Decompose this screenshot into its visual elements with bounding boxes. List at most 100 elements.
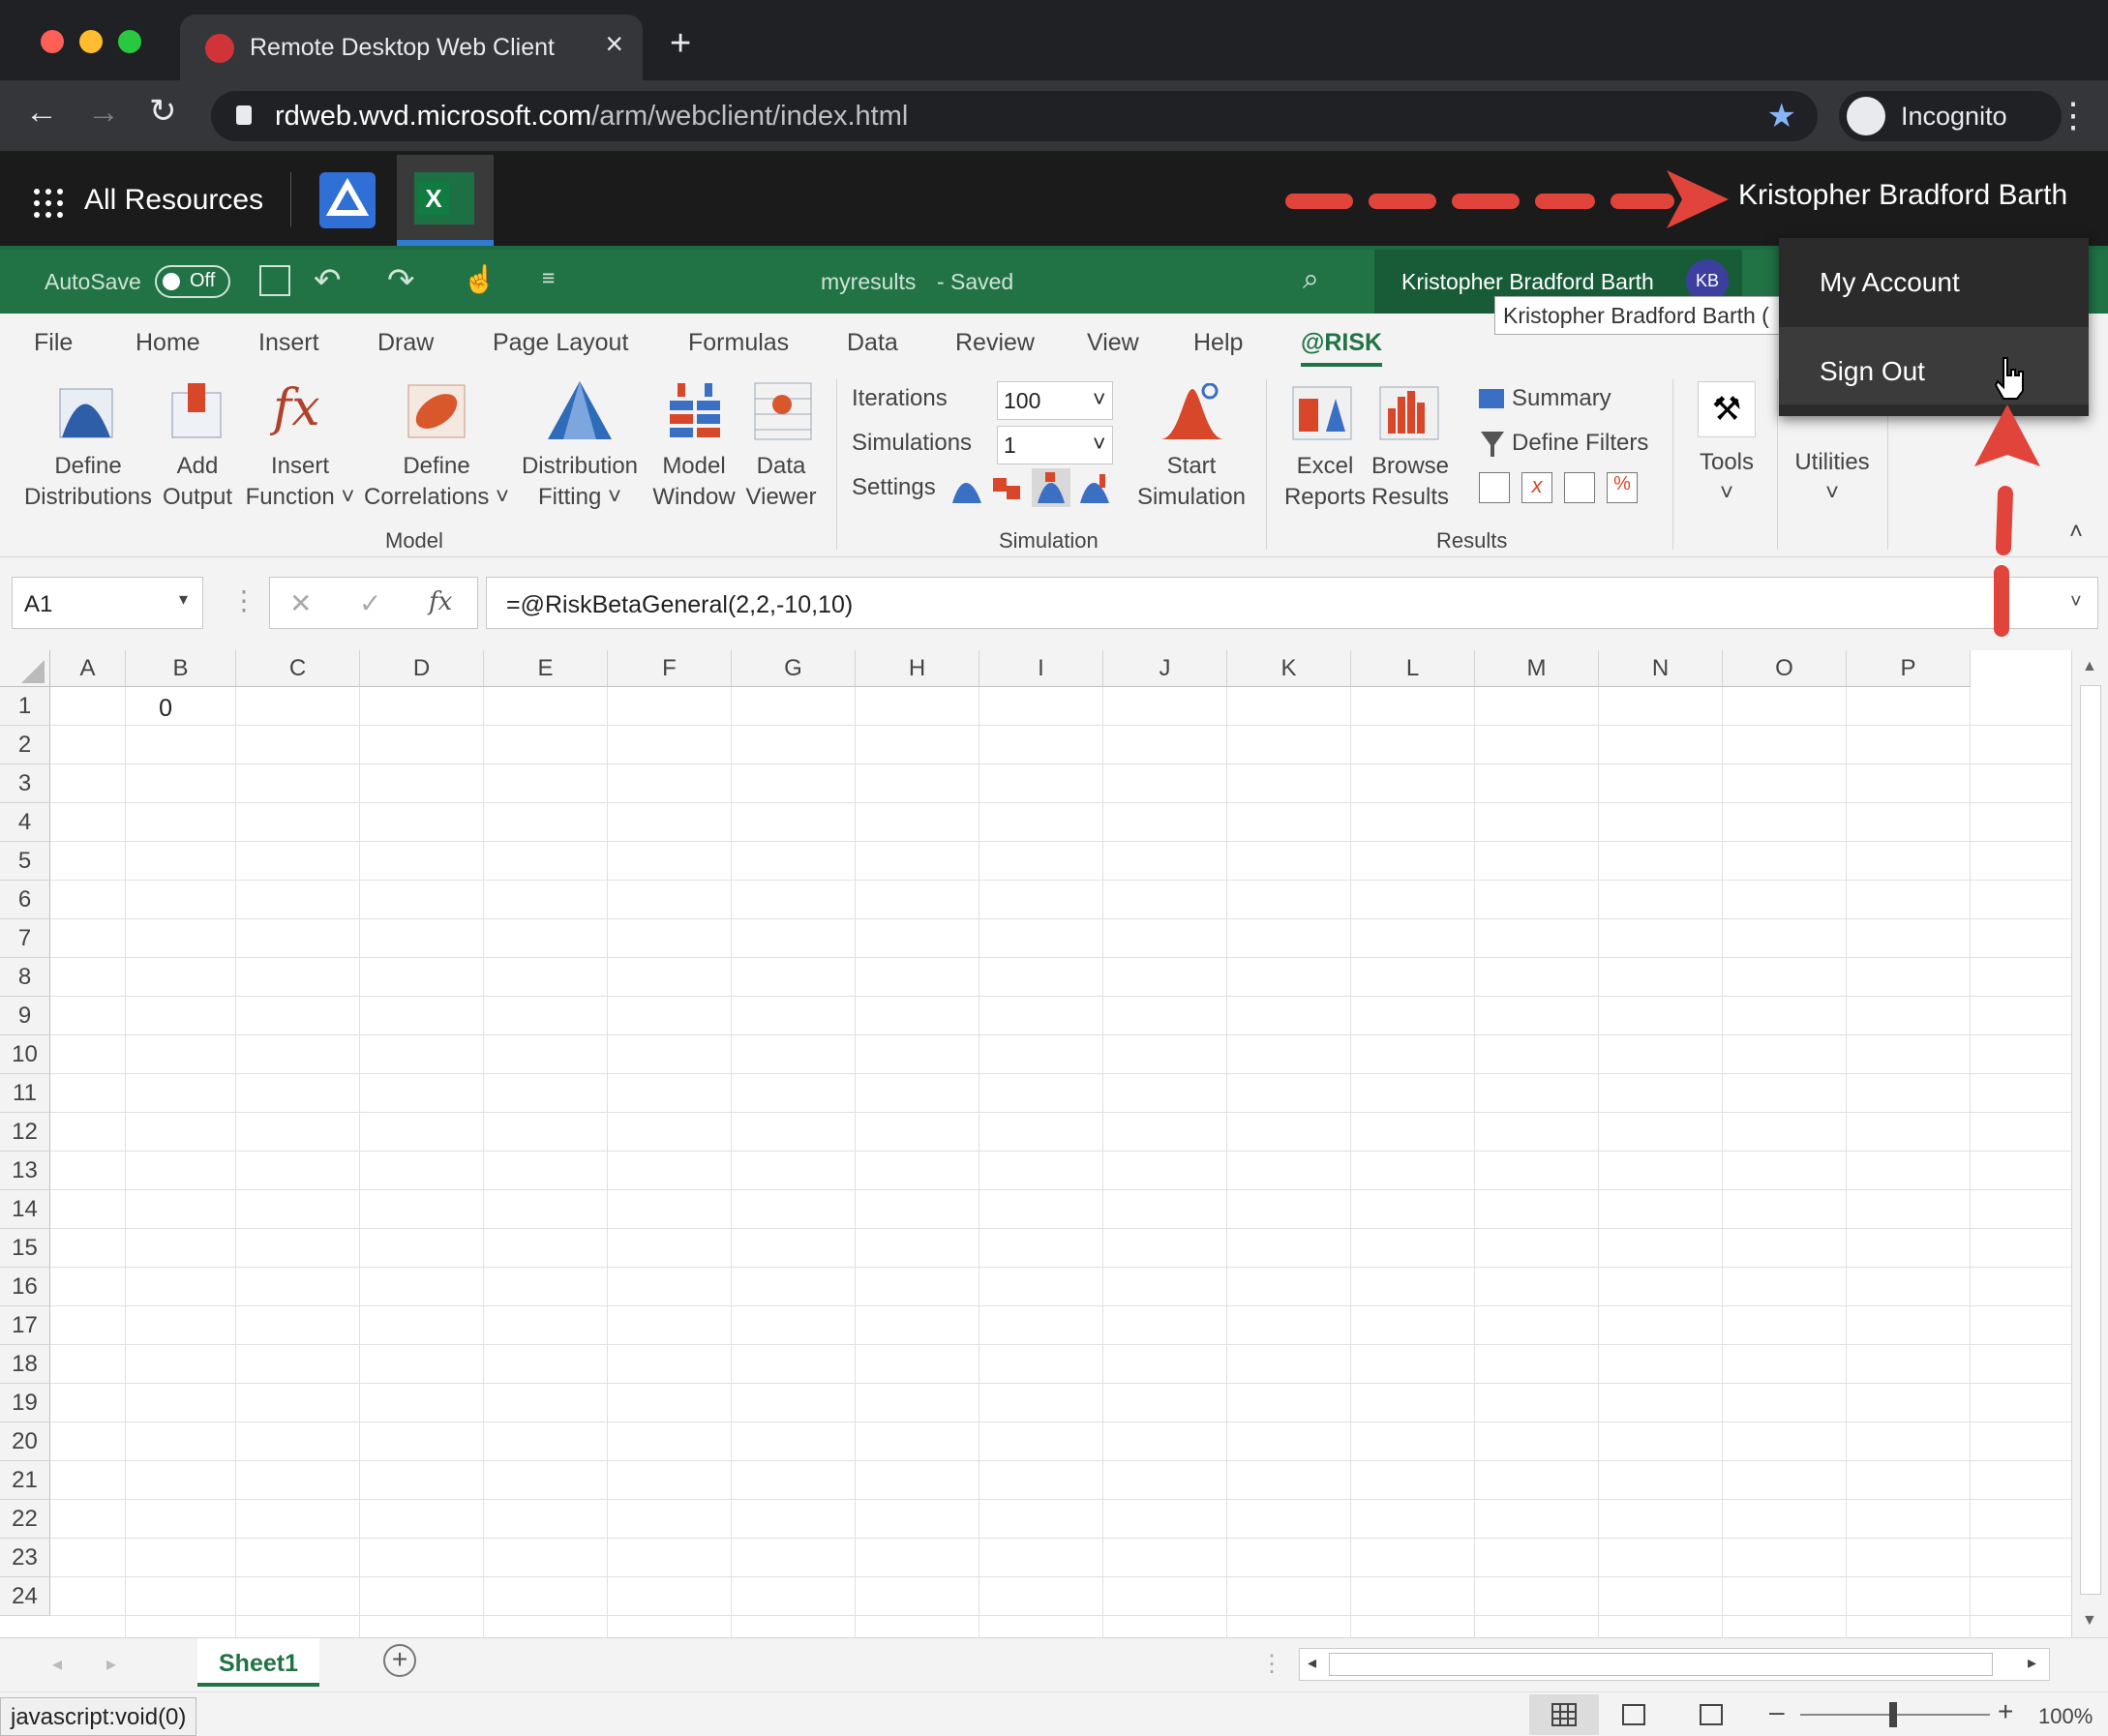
- data-viewer-button[interactable]: Data Viewer: [739, 451, 823, 513]
- row-header-23[interactable]: 23: [0, 1539, 50, 1577]
- column-header-p[interactable]: P: [1847, 650, 1971, 687]
- zoom-level[interactable]: 100%: [2038, 1704, 2093, 1729]
- customize-toolbar-icon[interactable]: ≡: [542, 265, 555, 291]
- simulations-select[interactable]: 1 ˅: [997, 426, 1113, 464]
- define-distributions-button[interactable]: Define Distributions: [15, 451, 161, 513]
- row-header-18[interactable]: 18: [0, 1345, 50, 1384]
- rd-user-name[interactable]: Kristopher Bradford Barth: [1738, 179, 2067, 212]
- add-sheet-icon[interactable]: +: [383, 1644, 416, 1677]
- row-header-16[interactable]: 16: [0, 1268, 50, 1306]
- excel-app-tab[interactable]: X: [397, 155, 494, 246]
- insert-function-button[interactable]: Insert Function ˅: [242, 451, 358, 513]
- minimize-window-button[interactable]: [79, 30, 103, 53]
- save-icon[interactable]: [259, 265, 290, 296]
- distribution-fitting-button[interactable]: Distribution Fitting ˅: [517, 451, 643, 513]
- column-header-n[interactable]: N: [1599, 650, 1723, 687]
- row-header-9[interactable]: 9: [0, 997, 50, 1035]
- summary-button[interactable]: Summary: [1512, 383, 1611, 414]
- report-table-icon[interactable]: [1479, 472, 1510, 503]
- row-header-4[interactable]: 4: [0, 803, 50, 842]
- row-header-5[interactable]: 5: [0, 842, 50, 881]
- tab-insert[interactable]: Insert: [258, 329, 319, 357]
- drive-app-icon[interactable]: [319, 172, 376, 228]
- report-filter-icon[interactable]: [1564, 472, 1595, 503]
- bookmark-star-icon[interactable]: ★: [1767, 97, 1796, 135]
- incognito-indicator[interactable]: Incognito: [1839, 91, 2062, 141]
- browser-tab[interactable]: Remote Desktop Web Client ×: [180, 15, 643, 80]
- column-header-m[interactable]: M: [1475, 650, 1599, 687]
- tab-home[interactable]: Home: [136, 329, 200, 357]
- app-launcher-icon[interactable]: [33, 188, 64, 219]
- row-header-8[interactable]: 8: [0, 958, 50, 997]
- utilities-button[interactable]: Utilities ˅: [1787, 447, 1878, 509]
- worksheet-grid[interactable]: ABCDEFGHIJKLMNOP 1 2 3 4 5 6 7 8 9 10 11 12 13 14 15 16…: [0, 650, 2108, 1637]
- tab-review[interactable]: Review: [955, 329, 1035, 357]
- autosave-toggle[interactable]: Off: [155, 265, 230, 298]
- all-resources-link[interactable]: All Resources: [84, 184, 263, 217]
- row-header-6[interactable]: 6: [0, 881, 50, 919]
- page-break-view-icon[interactable]: [1700, 1704, 1723, 1725]
- random-settings-icon[interactable]: [950, 472, 983, 505]
- tab-risk[interactable]: @RISK: [1301, 329, 1383, 367]
- scroll-up-icon[interactable]: ▲: [2082, 658, 2097, 675]
- define-filters-button[interactable]: Define Filters: [1512, 428, 1648, 459]
- vertical-scroll-thumb[interactable]: [2080, 685, 2101, 1595]
- start-simulation-button[interactable]: Start Simulation: [1129, 451, 1254, 513]
- define-correlations-button[interactable]: Define Correlations ˅: [364, 451, 509, 513]
- prev-sheet-icon[interactable]: ◂: [52, 1652, 62, 1676]
- row-header-14[interactable]: 14: [0, 1190, 50, 1229]
- zoom-slider-thumb[interactable]: [1889, 1702, 1897, 1727]
- row-header-7[interactable]: 7: [0, 919, 50, 958]
- reload-icon[interactable]: ↻: [149, 92, 177, 131]
- vertical-scrollbar[interactable]: ▲ ▼: [2071, 650, 2108, 1637]
- enter-icon[interactable]: ✓: [359, 587, 381, 619]
- close-tab-icon[interactable]: ×: [605, 28, 623, 59]
- next-sheet-icon[interactable]: ▸: [106, 1652, 116, 1676]
- iterations-select[interactable]: 100 ˅: [997, 381, 1113, 420]
- scroll-down-icon[interactable]: ▼: [2082, 1612, 2097, 1630]
- select-all-corner[interactable]: [0, 650, 50, 687]
- name-box[interactable]: A1 ▾: [12, 577, 203, 629]
- redo-icon[interactable]: ↷: [387, 261, 415, 300]
- demo-mode-icon[interactable]: [1032, 468, 1070, 507]
- column-header-j[interactable]: J: [1103, 650, 1227, 687]
- column-header-b[interactable]: B: [126, 650, 236, 687]
- row-header-10[interactable]: 10: [0, 1035, 50, 1074]
- horizontal-scroll-thumb[interactable]: [1329, 1653, 1993, 1676]
- column-header-c[interactable]: C: [236, 650, 360, 687]
- zoom-in-icon[interactable]: +: [1998, 1696, 2013, 1727]
- expand-formula-icon[interactable]: ˅: [2070, 591, 2082, 614]
- tab-data[interactable]: Data: [847, 329, 898, 357]
- row-header-20[interactable]: 20: [0, 1422, 50, 1461]
- row-header-17[interactable]: 17: [0, 1306, 50, 1345]
- touch-mode-icon[interactable]: ☝: [463, 263, 497, 295]
- report-x-icon[interactable]: x: [1521, 472, 1552, 503]
- column-header-f[interactable]: F: [608, 650, 732, 687]
- report-percent-icon[interactable]: %: [1607, 472, 1638, 503]
- zoom-out-icon[interactable]: –: [1769, 1696, 1785, 1727]
- forward-icon[interactable]: →: [87, 94, 120, 132]
- search-icon[interactable]: ⌕: [1303, 263, 1319, 296]
- close-window-button[interactable]: [41, 30, 64, 53]
- row-header-2[interactable]: 2: [0, 726, 50, 764]
- swap-settings-icon[interactable]: [991, 472, 1024, 505]
- undo-icon[interactable]: ↶: [314, 261, 342, 300]
- tab-view[interactable]: View: [1087, 329, 1139, 357]
- tools-button[interactable]: Tools ˅: [1690, 447, 1763, 509]
- row-header-19[interactable]: 19: [0, 1384, 50, 1422]
- browse-results-button[interactable]: Browse Results: [1367, 451, 1454, 513]
- tab-draw[interactable]: Draw: [377, 329, 434, 357]
- sheet-tab[interactable]: Sheet1: [197, 1638, 319, 1687]
- normal-view-icon[interactable]: [1529, 1694, 1599, 1735]
- cell-a1[interactable]: 0: [126, 695, 172, 723]
- column-header-i[interactable]: I: [979, 650, 1103, 687]
- horizontal-scrollbar[interactable]: ◂ ▸: [1299, 1648, 2050, 1681]
- browser-menu-icon[interactable]: ⋮: [2056, 95, 2091, 135]
- column-header-e[interactable]: E: [484, 650, 608, 687]
- column-header-k[interactable]: K: [1227, 650, 1351, 687]
- row-header-24[interactable]: 24: [0, 1577, 50, 1616]
- row-header-21[interactable]: 21: [0, 1461, 50, 1500]
- column-header-h[interactable]: H: [856, 650, 979, 687]
- row-header-22[interactable]: 22: [0, 1500, 50, 1539]
- column-header-l[interactable]: L: [1351, 650, 1475, 687]
